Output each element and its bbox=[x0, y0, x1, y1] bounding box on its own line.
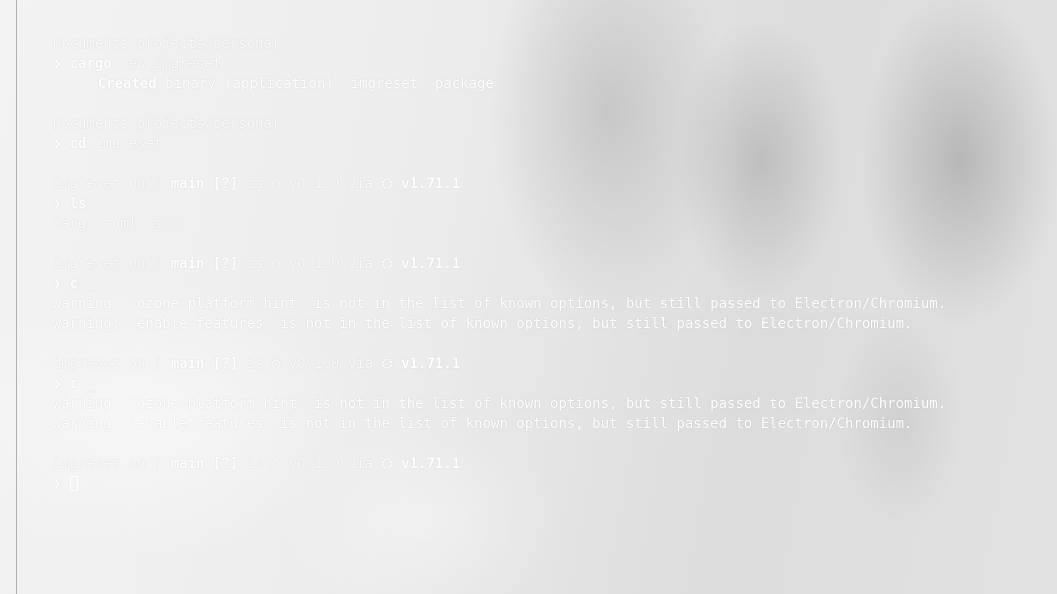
status-via: via bbox=[347, 256, 374, 272]
rust-icon: ⛭ bbox=[381, 256, 393, 272]
git-branch-icon: ᚠ bbox=[153, 176, 163, 192]
status-flags: [?] bbox=[212, 456, 239, 472]
rust-icon: ⛭ bbox=[381, 356, 393, 372]
prompt-status-line: imgreset on ᚠ main [?] is ◯ v0.1.0 via ⛭… bbox=[19, 154, 460, 192]
cargo-output-line: Created binary (application) `imgreset` … bbox=[64, 54, 494, 92]
status-on: on bbox=[128, 456, 146, 472]
package-icon: ◯ bbox=[271, 256, 281, 272]
command-args: imgreset bbox=[94, 136, 163, 152]
status-via: via bbox=[347, 456, 374, 472]
warning-text: warning: 'enable-features' is not in the… bbox=[52, 416, 913, 432]
status-branch: main bbox=[170, 456, 205, 472]
prompt-chevron: ❯ bbox=[52, 56, 62, 72]
status-flags: [?] bbox=[212, 356, 239, 372]
active-command-line[interactable]: ❯ bbox=[19, 454, 78, 492]
status-on: on bbox=[128, 176, 146, 192]
status-is: is bbox=[246, 456, 264, 472]
git-branch-icon: ᚠ bbox=[153, 356, 163, 372]
status-on: on bbox=[128, 256, 146, 272]
command-line: ❯ cd imgreset bbox=[19, 114, 163, 152]
status-via: via bbox=[347, 176, 374, 192]
warning-text: warning: 'enable-features' is not in the… bbox=[52, 316, 913, 332]
status-rust-version: v1.71.1 bbox=[401, 356, 461, 372]
rust-icon: ⛭ bbox=[381, 176, 393, 192]
prompt-path-line: Documents/projects/personal bbox=[19, 14, 281, 52]
status-rust-version: v1.71.1 bbox=[401, 456, 461, 472]
warning-line: warning: 'ozone-platform-hint' is not in… bbox=[19, 374, 946, 412]
status-on: on bbox=[128, 356, 146, 372]
ls-output-line: Cargo.toml src bbox=[19, 194, 179, 232]
created-message: binary (application) `imgreset` package bbox=[156, 76, 494, 92]
prompt-status-line: imgreset on ᚠ main [?] is ◯ v0.1.0 via ⛭… bbox=[19, 234, 460, 272]
package-icon: ◯ bbox=[271, 176, 281, 192]
ls-output: Cargo.toml src bbox=[52, 216, 180, 232]
prompt-chevron: ❯ bbox=[52, 476, 62, 492]
status-pkg-version: v0.1.0 bbox=[288, 176, 340, 192]
terminal-window[interactable]: Documents/projects/personal ❯ cargo new … bbox=[0, 0, 1057, 594]
prompt-status-line: imgreset on ᚠ main [?] is ◯ v0.1.0 via ⛭… bbox=[19, 434, 460, 472]
status-flags: [?] bbox=[212, 176, 239, 192]
created-keyword: Created bbox=[97, 76, 157, 92]
command-line: ❯ c _ bbox=[19, 354, 95, 392]
status-is: is bbox=[246, 256, 264, 272]
prompt-path-line: Documents/projects/personal bbox=[19, 94, 281, 132]
command-line: ❯ c _ bbox=[19, 254, 95, 292]
status-branch: main bbox=[170, 356, 205, 372]
status-branch: main bbox=[170, 256, 205, 272]
prompt-chevron: ❯ bbox=[52, 136, 62, 152]
command-line: ❯ cargo new imgreset bbox=[19, 34, 222, 72]
warning-line: warning: 'enable-features' is not in the… bbox=[19, 294, 913, 332]
text-cursor[interactable] bbox=[69, 476, 78, 491]
status-flags: [?] bbox=[212, 256, 239, 272]
status-via: via bbox=[347, 356, 374, 372]
status-pkg-version: v0.1.0 bbox=[288, 356, 340, 372]
warning-line: warning: 'ozone-platform-hint' is not in… bbox=[19, 274, 946, 312]
git-branch-icon: ᚠ bbox=[153, 456, 163, 472]
status-is: is bbox=[246, 356, 264, 372]
terminal-left-border bbox=[16, 0, 17, 594]
warning-line: warning: 'enable-features' is not in the… bbox=[19, 394, 913, 432]
status-branch: main bbox=[170, 176, 205, 192]
command-line: ❯ ls bbox=[19, 174, 87, 212]
status-rust-version: v1.71.1 bbox=[401, 256, 461, 272]
status-rust-version: v1.71.1 bbox=[401, 176, 461, 192]
status-pkg-version: v0.1.0 bbox=[288, 256, 340, 272]
git-branch-icon: ᚠ bbox=[153, 256, 163, 272]
rust-icon: ⛭ bbox=[381, 456, 393, 472]
prompt-status-line: imgreset on ᚠ main [?] is ◯ v0.1.0 via ⛭… bbox=[19, 334, 460, 372]
package-icon: ◯ bbox=[271, 456, 281, 472]
status-pkg-version: v0.1.0 bbox=[288, 456, 340, 472]
status-is: is bbox=[246, 176, 264, 192]
command-program: cd bbox=[69, 136, 87, 152]
package-icon: ◯ bbox=[271, 356, 281, 372]
